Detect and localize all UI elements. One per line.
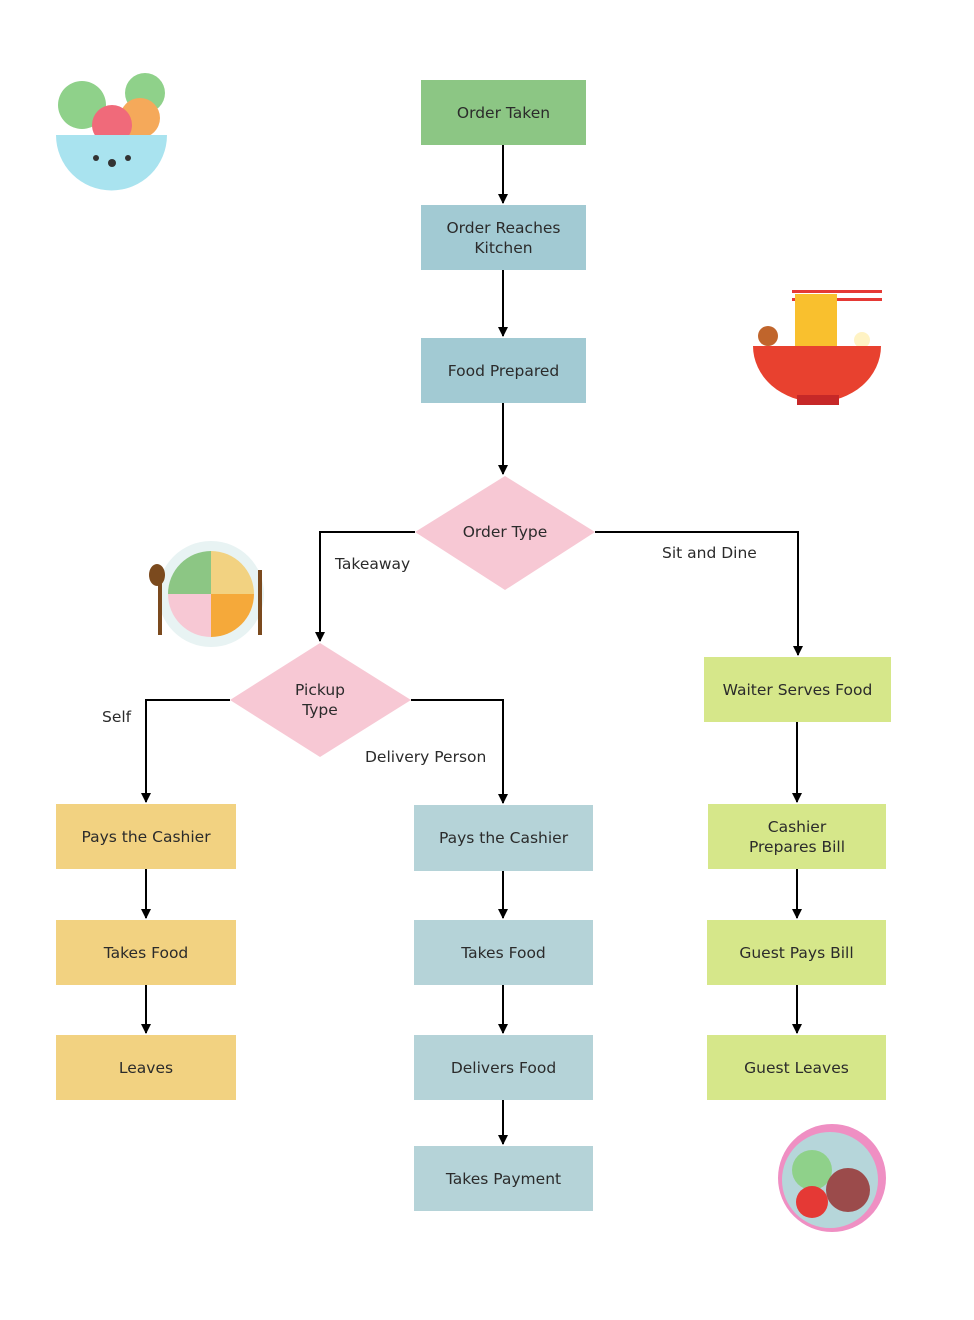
pickup-type-label: Pickup Type <box>295 681 345 719</box>
node-delivery-takes-payment: Takes Payment <box>414 1146 593 1211</box>
node-self-pays-cashier: Pays the Cashier <box>56 804 236 869</box>
node-food-prepared: Food Prepared <box>421 338 586 403</box>
node-label: Takes Payment <box>445 1169 562 1188</box>
ramen-bowl-icon <box>753 290 882 405</box>
node-label: Pays the Cashier <box>81 827 211 846</box>
node-label: Takes Food <box>461 943 546 962</box>
edge-self <box>141 699 230 803</box>
node-delivery-pays-cashier: Pays the Cashier <box>414 805 593 871</box>
node-self-leaves: Leaves <box>56 1035 236 1100</box>
node-delivery-delivers-food: Delivers Food <box>414 1035 593 1100</box>
node-label: Order Taken <box>456 103 551 122</box>
node-guest-pays-bill: Guest Pays Bill <box>707 920 886 985</box>
node-cashier-prepares-bill: Cashier Prepares Bill <box>708 804 886 869</box>
edge-takeaway <box>315 531 415 642</box>
node-self-takes-food: Takes Food <box>56 920 236 985</box>
node-delivery-takes-food: Takes Food <box>414 920 593 985</box>
node-order-taken: Order Taken <box>421 80 586 145</box>
food-plate-icon <box>149 541 264 647</box>
node-label: Pays the Cashier <box>438 829 569 847</box>
node-label: Order Reaches Kitchen <box>446 218 561 257</box>
node-label: Delivers Food <box>450 1058 557 1077</box>
node-label: Leaves <box>118 1058 174 1077</box>
edge-label-self: Self <box>102 708 132 726</box>
node-guest-leaves: Guest Leaves <box>707 1035 886 1100</box>
edge-label-takeaway: Takeaway <box>335 555 411 573</box>
node-label: Guest Pays Bill <box>739 943 854 962</box>
order-type-label: Order Type <box>462 523 548 541</box>
edge-label-sit-and-dine: Sit and Dine <box>662 544 757 562</box>
salad-bowl-icon <box>56 73 167 191</box>
poke-bowl-icon <box>778 1124 886 1232</box>
node-waiter-serves-food: Waiter Serves Food <box>704 657 891 722</box>
edge-label-delivery-person: Delivery Person <box>365 748 487 766</box>
node-label: Food Prepared <box>447 361 560 380</box>
node-label: Cashier Prepares Bill <box>748 817 846 856</box>
node-label: Guest Leaves <box>744 1058 849 1077</box>
node-order-reaches-kitchen: Order Reaches Kitchen <box>421 205 586 270</box>
node-label: Waiter Serves Food <box>722 680 873 699</box>
node-label: Takes Food <box>103 943 189 962</box>
